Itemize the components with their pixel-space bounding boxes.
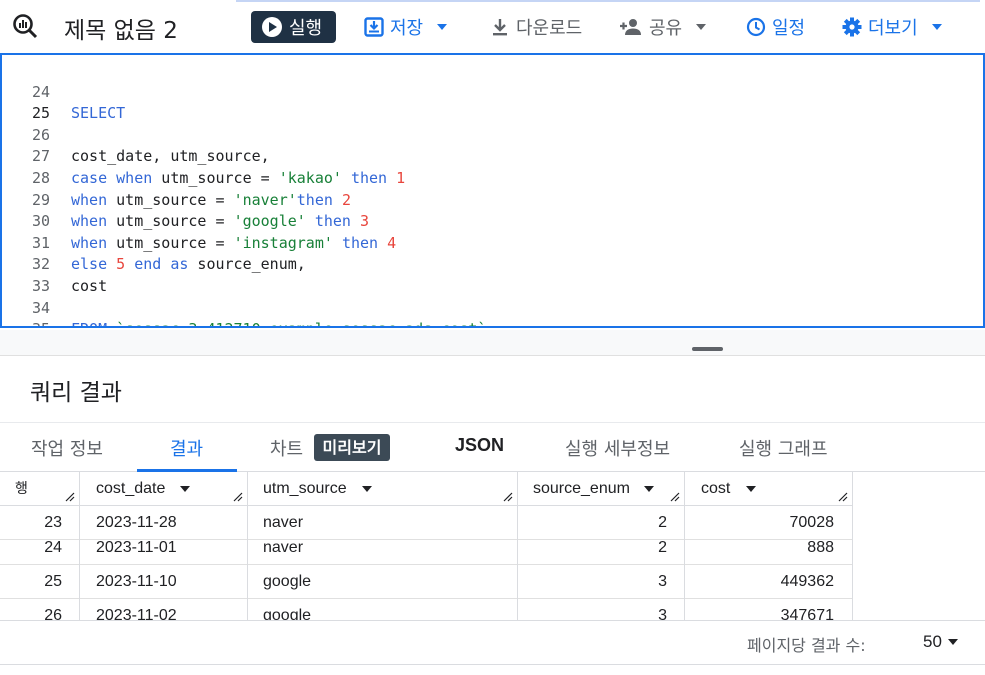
save-label: 저장 (390, 18, 424, 39)
page-size-label: 페이지당 결과 수: (747, 636, 866, 655)
play-icon (262, 17, 282, 37)
table-row[interactable]: 25 2023-11-10 google 3 449362 (0, 565, 852, 599)
tab-job-info[interactable]: 작업 정보 (31, 435, 103, 461)
chevron-down-icon (696, 24, 707, 30)
chevron-down-icon (437, 24, 448, 30)
code-line: 29 when utm_source = 'google' then 3 (2, 168, 982, 231)
save-icon (364, 17, 384, 37)
code-line: 32 cost (2, 233, 982, 295)
column-divider (247, 472, 248, 620)
more-button[interactable]: 더보기 (842, 14, 942, 40)
chevron-down-icon (947, 639, 958, 645)
run-button[interactable]: 실행 (251, 11, 336, 43)
drag-handle[interactable] (692, 347, 723, 351)
results-tabs: 작업 정보 결과 차트 JSON 실행 세부정보 실행 그래프 (0, 422, 985, 472)
sort-caret-icon[interactable] (644, 486, 654, 492)
column-header-cost[interactable]: cost (684, 472, 852, 506)
tab-json[interactable]: JSON (455, 435, 504, 456)
toolbar: 제목 없음 2 실행 저장 다운로드 공유 일정 더보기 (0, 0, 985, 52)
resize-icon[interactable] (838, 492, 848, 502)
run-label: 실행 (289, 18, 323, 39)
download-icon (493, 19, 507, 36)
tab-execution-graph[interactable]: 실행 그래프 (739, 435, 828, 461)
gear-icon (842, 17, 862, 37)
sort-caret-icon[interactable] (180, 486, 190, 492)
resize-icon[interactable] (503, 492, 513, 502)
code-line: 34 FROM `sessac-3-412710.example_sessac.… (2, 276, 982, 326)
column-divider (684, 472, 685, 620)
results-title: 쿼리 결과 (30, 380, 122, 406)
column-divider (517, 472, 518, 620)
line-number: 35 (2, 319, 50, 326)
query-icon (13, 14, 38, 39)
code-line: 28 when utm_source = 'naver'then 2 (2, 146, 982, 209)
sql-editor[interactable]: 24 SELECT 25 26 cost_date, utm_source, 2… (0, 53, 985, 328)
column-divider (79, 472, 80, 620)
download-label: 다운로드 (516, 18, 583, 39)
table-row[interactable]: 26 2023-11-02 google 3 347671 (0, 599, 852, 620)
panel-splitter[interactable] (0, 330, 985, 356)
code-line: 33 (2, 254, 982, 295)
save-button[interactable]: 저장 (364, 14, 448, 40)
column-header-utm-source[interactable]: utm_source (247, 472, 517, 506)
schedule-button[interactable]: 일정 (746, 14, 805, 40)
page-size-select[interactable]: 50 (923, 632, 958, 652)
share-label: 공유 (649, 18, 683, 39)
tab-chart[interactable]: 차트 (270, 435, 303, 461)
chevron-down-icon (931, 24, 942, 30)
sort-caret-icon[interactable] (746, 486, 756, 492)
code-text: FROM `sessac-3-412710.example_sessac.ads… (71, 319, 486, 326)
table-row[interactable]: 24 2023-11-01 naver 2 888 (0, 531, 852, 565)
tab-execution-details[interactable]: 실행 세부정보 (565, 435, 670, 461)
code-line: 26 cost_date, utm_source, (2, 103, 982, 166)
page-size-value: 50 (923, 632, 942, 651)
add-person-icon (620, 19, 641, 35)
column-header-cost-date[interactable]: cost_date (79, 472, 247, 506)
code-line: 35 where cost_date between '2023-11-01' … (2, 298, 982, 326)
code-line: 24 SELECT (2, 60, 982, 123)
download-button[interactable]: 다운로드 (490, 14, 582, 40)
more-label: 더보기 (868, 18, 918, 39)
code-line: 31 else 5 end as source_enum, (2, 211, 982, 274)
resize-icon[interactable] (233, 492, 243, 502)
toolbar-divider (236, 0, 980, 2)
share-button[interactable]: 공유 (619, 14, 707, 40)
tab-results[interactable]: 결과 (170, 435, 203, 461)
code-line: 25 (2, 82, 982, 122)
column-header-row-number: 행 (0, 472, 79, 506)
sort-caret-icon[interactable] (362, 486, 372, 492)
query-title[interactable]: 제목 없음 2 (64, 11, 178, 45)
pagination-footer: 페이지당 결과 수: 50 (0, 620, 985, 665)
resize-icon[interactable] (65, 492, 75, 502)
results-table: 행 cost_date utm_source source_enum cost … (0, 472, 985, 620)
code-line: 27 case when utm_source = 'kakao' then 1 (2, 125, 982, 187)
resize-icon[interactable] (670, 492, 680, 502)
code-line: 30 when utm_source = 'instagram' then 4 (2, 190, 982, 252)
clock-icon (746, 17, 766, 37)
schedule-label: 일정 (772, 18, 806, 39)
column-header-source-enum[interactable]: source_enum (517, 472, 684, 506)
column-divider (852, 472, 853, 620)
preview-badge[interactable]: 미리보기 (314, 434, 390, 461)
